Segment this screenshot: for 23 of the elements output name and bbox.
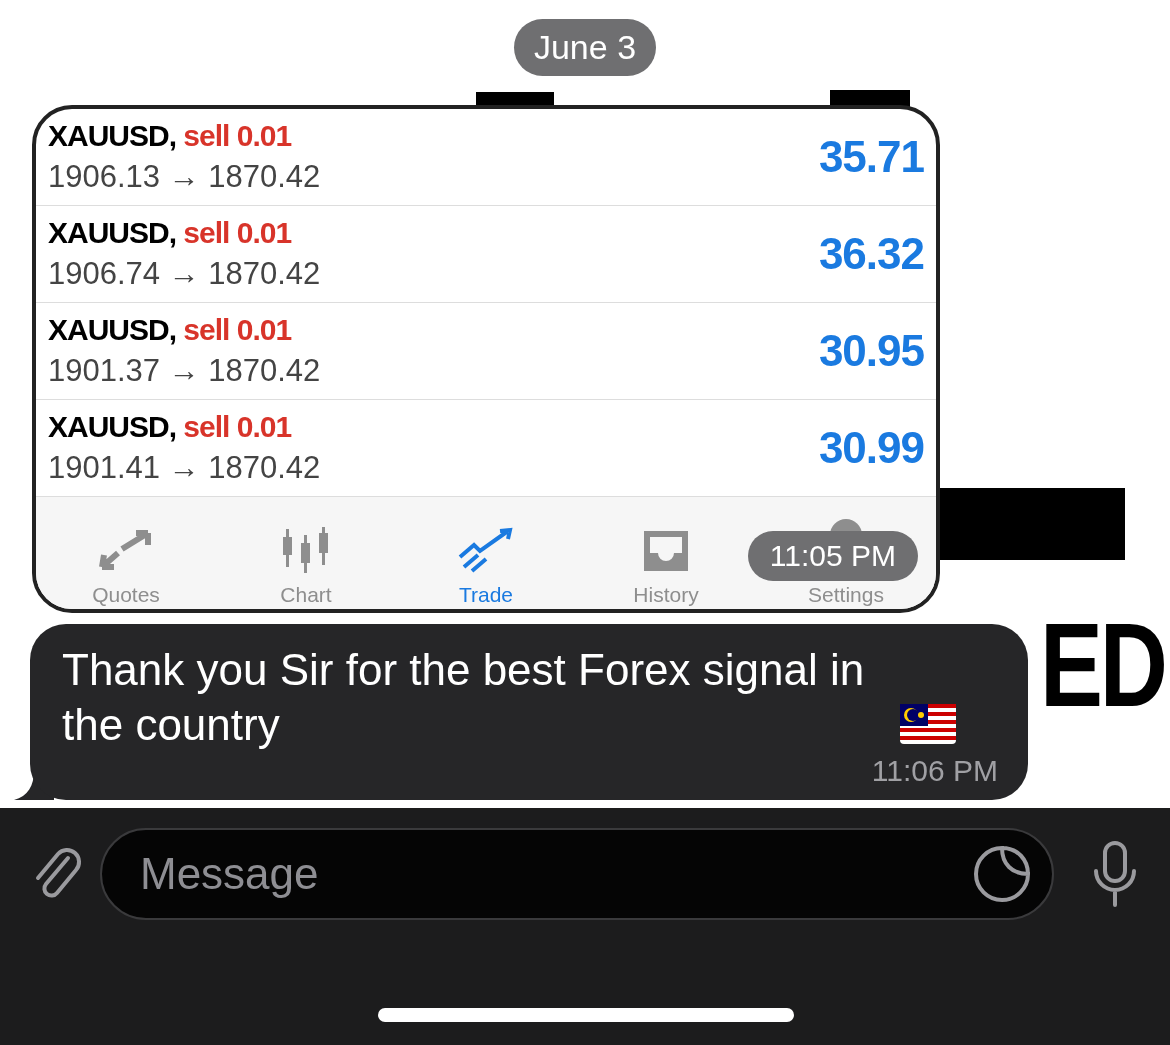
date-label: June 3 — [513, 19, 657, 76]
tab-label[interactable]: Chart — [280, 583, 332, 607]
position-prices: 1901.41 → 1870.42 — [48, 450, 321, 486]
position-prices: 1906.13 → 1870.42 — [48, 159, 321, 195]
tab-label[interactable]: History — [633, 583, 699, 607]
tab-label[interactable]: Quotes — [92, 583, 160, 607]
tab-label[interactable]: Trade — [458, 583, 514, 607]
position-title: XAUUSD, sell 0.01 — [48, 313, 293, 347]
position-prices: 1906.74 → 1870.42 — [48, 256, 321, 292]
position-title: XAUUSD, sell 0.01 — [48, 410, 293, 444]
position-profit: 35.71 — [818, 132, 924, 182]
wallpaper-text: ED — [1040, 606, 1165, 724]
position-title: XAUUSD, sell 0.01 — [48, 216, 293, 250]
position-profit: 30.99 — [818, 423, 924, 473]
timestamp: 11:05 PM — [747, 531, 918, 581]
position-profit: 36.32 — [818, 229, 924, 279]
message-field[interactable]: Message — [100, 828, 1054, 920]
position-prices: 1901.37 → 1870.42 — [48, 353, 321, 389]
message-time: 11:06 PM — [871, 753, 998, 789]
position-title: XAUUSD, sell 0.01 — [48, 119, 293, 153]
tab-label[interactable]: Settings — [808, 583, 884, 607]
position-profit: 30.95 — [818, 326, 924, 376]
message-text: Thank you Sir for the best Forex signal in the country — [62, 644, 866, 751]
